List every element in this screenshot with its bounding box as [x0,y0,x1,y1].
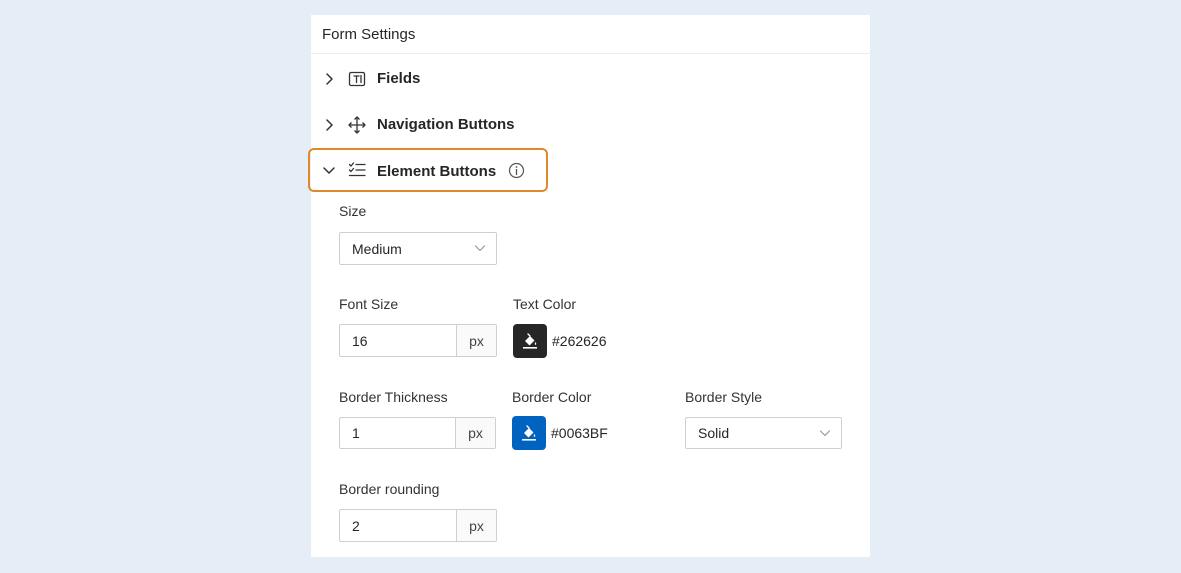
border-thickness-input[interactable]: 1 px [339,417,496,449]
panel-title: Form Settings [311,15,870,54]
info-icon[interactable] [508,162,525,179]
border-style-select[interactable]: Solid [685,417,842,449]
chevron-right-icon [326,73,333,85]
section-element-buttons[interactable]: Element Buttons [308,148,548,192]
text-color-label: Text Color [513,296,577,312]
text-field-icon [348,71,366,87]
font-size-input[interactable]: 16 px [339,324,497,357]
chevron-down-icon [474,245,486,252]
chevron-right-icon [326,119,333,131]
section-navigation-buttons-label: Navigation Buttons [377,116,515,133]
font-size-label: Font Size [339,296,399,312]
paint-bucket-icon [522,425,536,441]
chevron-down-icon [819,430,831,437]
border-color-label: Border Color [512,389,592,405]
border-style-select-value: Solid [698,425,730,441]
border-rounding-input[interactable]: 2 px [339,509,497,542]
border-style-label: Border Style [685,389,763,405]
border-color-swatch[interactable] [512,416,546,450]
size-select[interactable]: Medium [339,232,497,265]
paint-bucket-icon [523,333,537,349]
border-thickness-label: Border Thickness [339,389,448,405]
section-element-buttons-label: Element Buttons [377,163,497,180]
border-thickness-value[interactable]: 1 [340,418,455,448]
section-fields-label: Fields [377,70,421,87]
font-size-unit: px [456,325,496,356]
border-thickness-unit: px [455,418,495,448]
border-rounding-label: Border rounding [339,481,440,497]
size-label: Size [339,203,367,219]
move-arrows-icon [348,116,366,134]
border-color-value: #0063BF [551,425,608,441]
checklist-icon [348,162,366,177]
text-color-value: #262626 [552,333,607,349]
form-settings-panel: Form Settings Fields Navigation Buttons [308,15,870,557]
size-select-value: Medium [352,240,402,257]
border-rounding-value[interactable]: 2 [340,510,456,541]
section-navigation-buttons[interactable]: Navigation Buttons [311,108,551,142]
font-size-value[interactable]: 16 [340,325,456,356]
section-fields[interactable]: Fields [311,62,511,96]
border-rounding-unit: px [456,510,496,541]
chevron-down-icon [323,167,335,174]
text-color-swatch[interactable] [513,324,547,358]
